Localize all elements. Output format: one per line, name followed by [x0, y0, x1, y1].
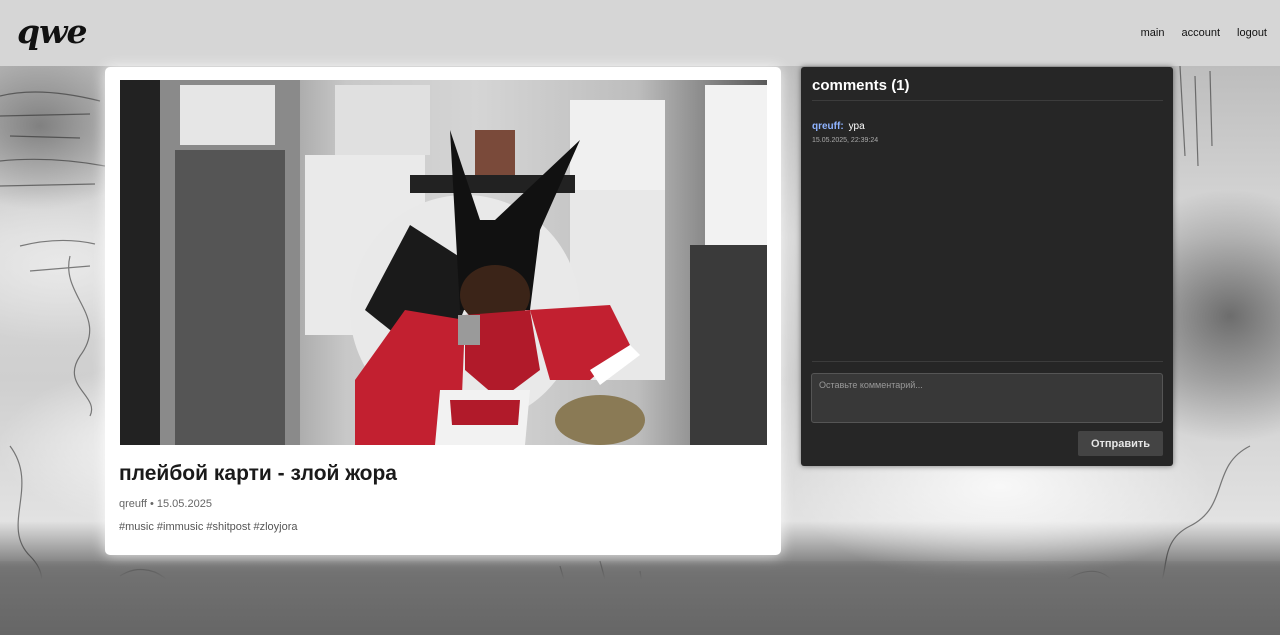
site-logo[interactable]: qwe — [17, 12, 87, 51]
comment-text: ура — [848, 121, 865, 132]
main-nav: main account logout — [1124, 27, 1267, 39]
video-player[interactable] — [120, 80, 767, 445]
comment-input[interactable] — [811, 373, 1163, 423]
nav-main-link[interactable]: main — [1141, 27, 1165, 39]
video-frame — [120, 80, 767, 445]
comment-item: qreuff: ура 15.05.2025, 22:39:24 — [812, 116, 878, 144]
top-bar: qwe main account logout — [0, 0, 1280, 66]
nav-account-link[interactable]: account — [1181, 27, 1220, 39]
divider — [812, 361, 1163, 362]
post-tags[interactable]: #music #immusic #shitpost #zloyjora — [119, 521, 298, 533]
post-card: плейбой карти - злой жора qreuff • 15.05… — [105, 67, 781, 555]
send-comment-button[interactable]: Отправить — [1078, 431, 1163, 456]
comment-author[interactable]: qreuff: — [812, 121, 844, 132]
post-title: плейбой карти - злой жора — [119, 462, 397, 485]
comments-panel: comments (1) qreuff: ура 15.05.2025, 22:3… — [801, 67, 1173, 466]
background-band — [0, 561, 1280, 635]
comments-title: comments (1) — [812, 77, 910, 94]
post-meta: qreuff • 15.05.2025 — [119, 498, 212, 510]
divider — [812, 100, 1163, 101]
nav-logout-link[interactable]: logout — [1237, 27, 1267, 39]
comment-timestamp: 15.05.2025, 22:39:24 — [812, 137, 879, 144]
